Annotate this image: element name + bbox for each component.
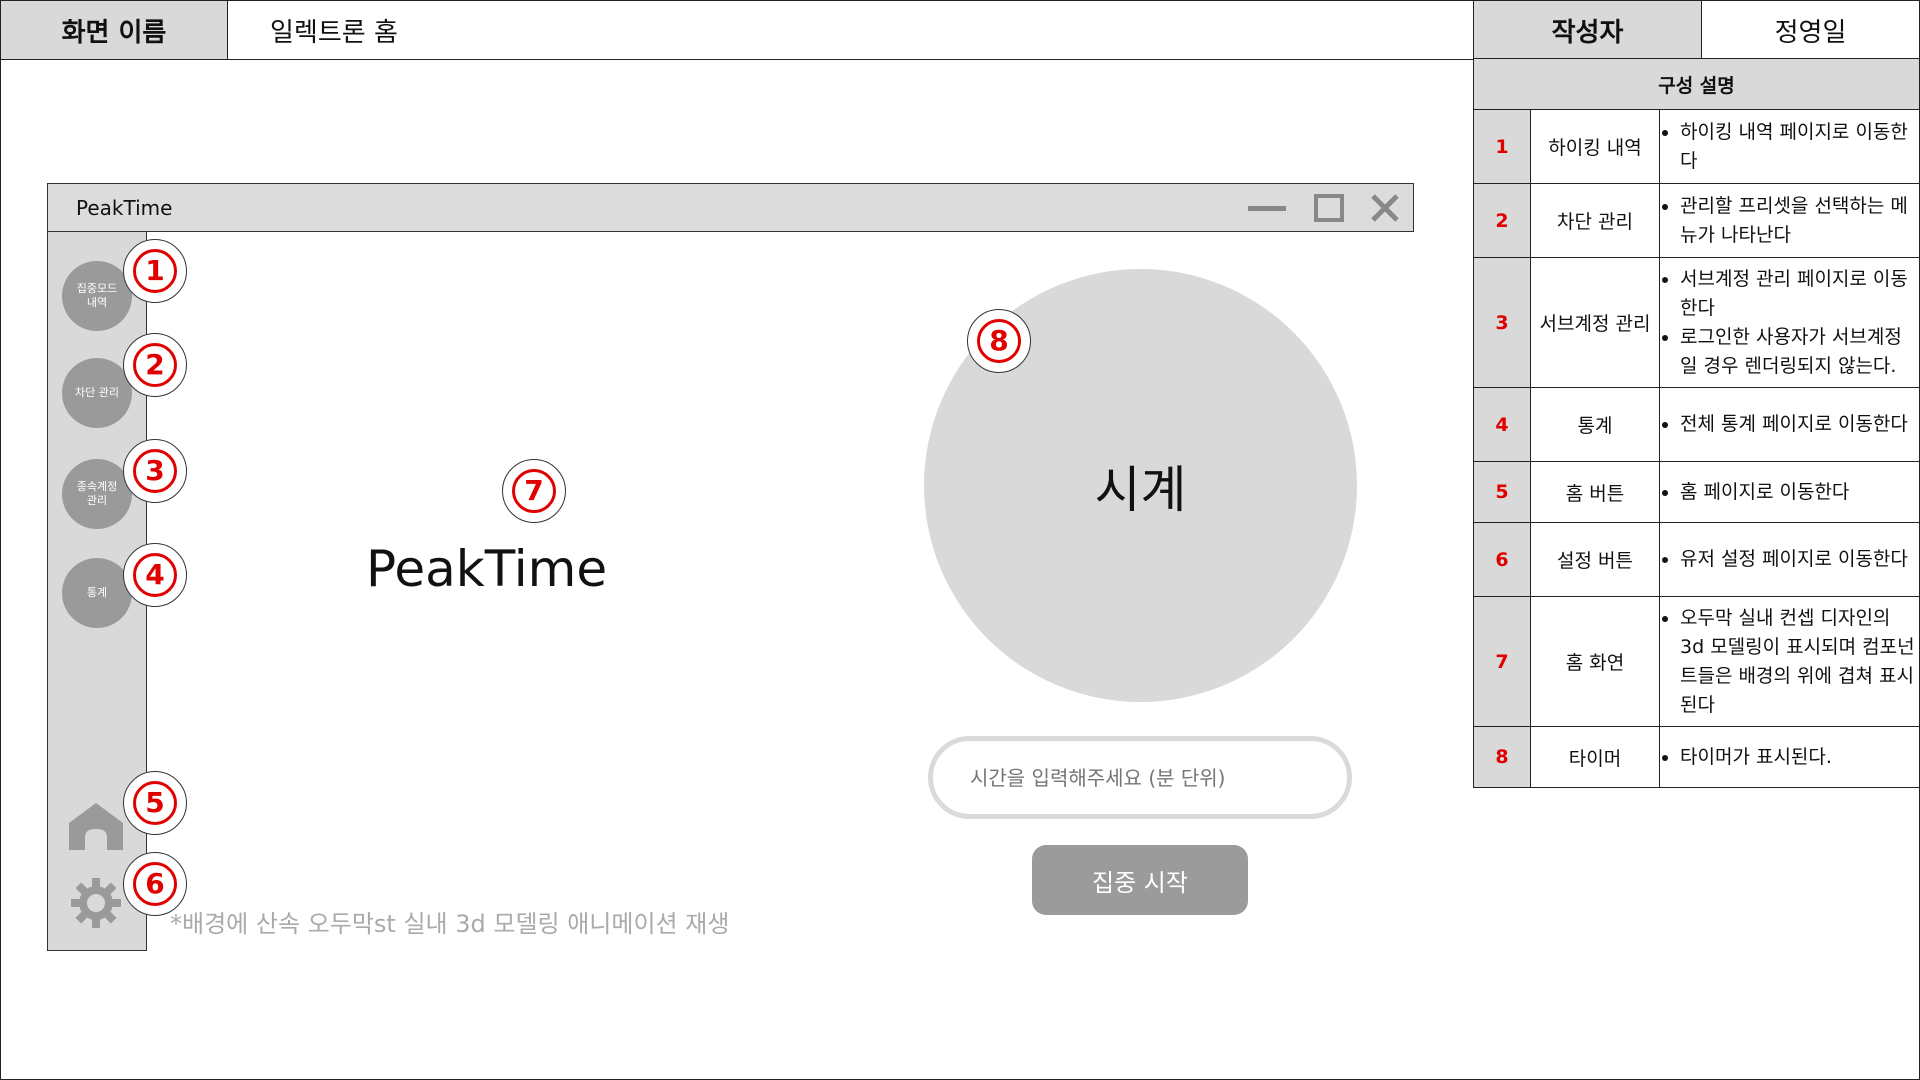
row-number: 4 (1473, 387, 1531, 462)
home-icon[interactable] (67, 801, 125, 852)
marker-8: 8 (967, 309, 1031, 373)
time-input[interactable] (928, 736, 1352, 819)
row-description: 서브계정 관리 페이지로 이동한다로그인한 사용자가 서브계정일 경우 렌더링되… (1659, 257, 1920, 388)
start-focus-button[interactable]: 집중 시작 (1032, 845, 1248, 915)
description-title: 구성 설명 (1473, 58, 1920, 110)
row-name: 홈 화연 (1530, 596, 1660, 727)
marker-2: 2 (123, 333, 187, 397)
table-row: 2 차단 관리 관리할 프리셋을 선택하는 메뉴가 나타난다 (1473, 183, 1920, 258)
row-description: 오두막 실내 컨셉 디자인의 3d 모델링이 표시되며 컴포넌트들은 배경의 위… (1659, 596, 1920, 727)
table-row: 5 홈 버튼 홈 페이지로 이동한다 (1473, 461, 1920, 523)
window-controls (1248, 194, 1399, 222)
row-name: 하이킹 내역 (1530, 109, 1660, 184)
row-description: 유저 설정 페이지로 이동한다 (1659, 522, 1920, 597)
marker-5: 5 (123, 771, 187, 835)
row-number: 6 (1473, 522, 1531, 597)
row-description: 타이머가 표시된다. (1659, 726, 1920, 788)
row-number: 7 (1473, 596, 1531, 727)
row-name: 차단 관리 (1530, 183, 1660, 258)
description-table: 구성 설명 1 하이킹 내역 하이킹 내역 페이지로 이동한다 2 차단 관리 … (1473, 58, 1920, 788)
maximize-icon[interactable] (1314, 194, 1344, 222)
row-number: 8 (1473, 726, 1531, 788)
row-description: 홈 페이지로 이동한다 (1659, 461, 1920, 523)
stats-button[interactable]: 통계 (62, 558, 132, 628)
window-title: PeakTime (76, 195, 173, 220)
table-row: 7 홈 화연 오두막 실내 컨셉 디자인의 3d 모델링이 표시되며 컴포넌트들… (1473, 596, 1920, 727)
row-name: 타이머 (1530, 726, 1660, 788)
table-row: 6 설정 버튼 유저 설정 페이지로 이동한다 (1473, 522, 1920, 597)
row-number: 5 (1473, 461, 1531, 523)
author-label: 작성자 (1473, 0, 1702, 60)
clock-label: 시계 (1094, 460, 1187, 519)
screen-name: 일렉트론 홈 (227, 0, 1474, 60)
block-manage-button[interactable]: 차단 관리 (62, 358, 132, 428)
row-name: 설정 버튼 (1530, 522, 1660, 597)
table-row: 3 서브계정 관리 서브계정 관리 페이지로 이동한다로그인한 사용자가 서브계… (1473, 257, 1920, 388)
table-row: 8 타이머 타이머가 표시된다. (1473, 726, 1920, 788)
minimize-icon[interactable] (1248, 206, 1286, 211)
row-name: 통계 (1530, 387, 1660, 462)
sub-account-button[interactable]: 종속계정 관리 (62, 459, 132, 529)
table-row: 1 하이킹 내역 하이킹 내역 페이지로 이동한다 (1473, 109, 1920, 184)
row-number: 3 (1473, 257, 1531, 388)
table-row: 4 통계 전체 통계 페이지로 이동한다 (1473, 387, 1920, 462)
background-note: *배경에 산속 오두막st 실내 3d 모델링 애니메이션 재생 (170, 910, 730, 938)
screen-name-label: 화면 이름 (0, 0, 228, 60)
row-name: 홈 버튼 (1530, 461, 1660, 523)
marker-1: 1 (123, 239, 187, 303)
row-number: 2 (1473, 183, 1531, 258)
row-description: 전체 통계 페이지로 이동한다 (1659, 387, 1920, 462)
window-titlebar: PeakTime (47, 183, 1414, 232)
close-icon[interactable] (1371, 194, 1399, 222)
home-title: PeakTime (366, 540, 608, 598)
focus-history-button[interactable]: 집중모드 내역 (62, 261, 132, 331)
row-description: 하이킹 내역 페이지로 이동한다 (1659, 109, 1920, 184)
author-name: 정영일 (1701, 0, 1920, 60)
marker-4: 4 (123, 543, 187, 607)
marker-7: 7 (502, 459, 566, 523)
marker-3: 3 (123, 439, 187, 503)
row-description: 관리할 프리셋을 선택하는 메뉴가 나타난다 (1659, 183, 1920, 258)
row-number: 1 (1473, 109, 1531, 184)
gear-icon[interactable] (70, 877, 122, 929)
row-name: 서브계정 관리 (1530, 257, 1660, 388)
